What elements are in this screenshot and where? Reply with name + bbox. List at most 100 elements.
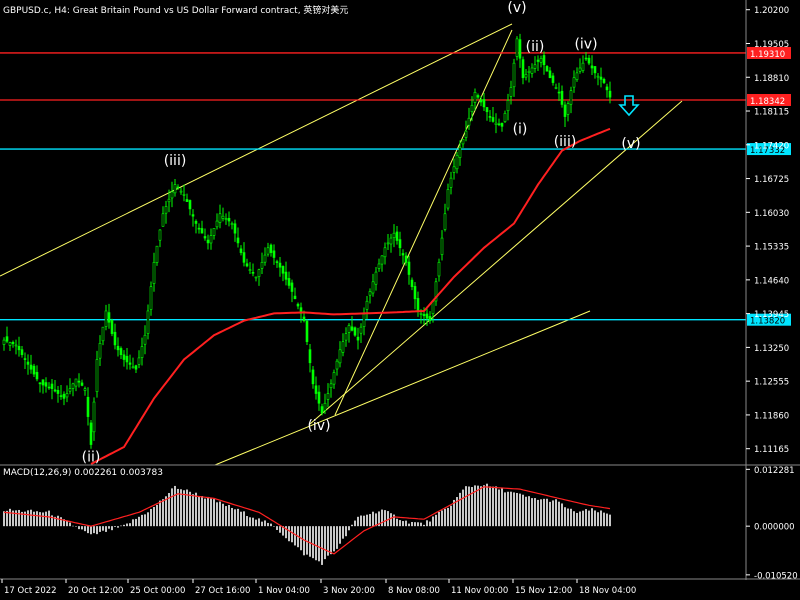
trend-line[interactable] (0, 23, 513, 277)
candle-body[interactable] (215, 220, 219, 228)
candle-body[interactable] (254, 276, 258, 279)
candle-body[interactable] (587, 57, 591, 64)
candle-body[interactable] (521, 59, 525, 79)
candle-body[interactable] (35, 371, 39, 380)
candle-body[interactable] (599, 76, 603, 80)
candle-body[interactable] (446, 189, 450, 209)
candle-body[interactable] (455, 155, 459, 170)
candle-body[interactable] (275, 261, 279, 263)
candle-body[interactable] (137, 357, 141, 365)
candle-body[interactable] (197, 227, 201, 230)
candle-body[interactable] (242, 252, 246, 263)
candle-body[interactable] (440, 237, 444, 255)
candle-body[interactable] (416, 298, 420, 312)
candle-body[interactable] (290, 282, 294, 292)
candle-body[interactable] (527, 70, 531, 73)
candle-body[interactable] (431, 300, 435, 314)
candle-body[interactable] (515, 38, 519, 57)
candle-body[interactable] (443, 213, 447, 230)
candle-body[interactable] (593, 66, 597, 74)
candle-body[interactable] (557, 91, 561, 94)
candle-body[interactable] (182, 194, 186, 196)
candle-body[interactable] (581, 62, 585, 71)
candle-body[interactable] (503, 113, 507, 122)
candle-body[interactable] (209, 235, 213, 244)
candle-body[interactable] (236, 237, 240, 244)
candle-body[interactable] (125, 355, 129, 363)
candle-body[interactable] (479, 99, 483, 103)
candle-body[interactable] (530, 67, 534, 74)
candle-body[interactable] (257, 269, 261, 277)
candle-body[interactable] (311, 369, 315, 385)
candle-body[interactable] (185, 199, 189, 202)
candle-body[interactable] (308, 349, 312, 364)
candle-body[interactable] (101, 326, 105, 342)
candle-body[interactable] (419, 313, 423, 315)
candle-body[interactable] (11, 341, 15, 345)
candle-body[interactable] (98, 343, 102, 359)
candle-body[interactable] (605, 86, 609, 91)
candle-body[interactable] (563, 104, 567, 117)
candle-body[interactable] (50, 383, 54, 389)
candle-body[interactable] (200, 228, 204, 234)
candle-body[interactable] (56, 390, 60, 394)
candle-body[interactable] (347, 325, 351, 333)
candle-body[interactable] (596, 75, 600, 78)
candle-body[interactable] (218, 213, 222, 223)
candle-body[interactable] (608, 90, 612, 98)
candle-body[interactable] (170, 191, 174, 199)
candle-body[interactable] (155, 245, 159, 263)
candle-body[interactable] (77, 380, 81, 383)
candle-body[interactable] (314, 385, 318, 394)
candle-body[interactable] (374, 271, 378, 285)
candle-body[interactable] (320, 406, 324, 414)
candle-body[interactable] (23, 358, 27, 360)
candle-body[interactable] (191, 214, 195, 217)
candle-body[interactable] (245, 263, 249, 267)
candle-body[interactable] (80, 382, 84, 386)
candle-body[interactable] (278, 262, 282, 268)
candle-body[interactable] (14, 344, 18, 347)
candle-body[interactable] (359, 326, 363, 334)
candle-body[interactable] (452, 166, 456, 173)
candle-body[interactable] (425, 313, 429, 319)
candle-body[interactable] (335, 360, 339, 370)
candle-body[interactable] (239, 248, 243, 253)
candle-body[interactable] (536, 59, 540, 62)
candle-body[interactable] (2, 339, 6, 345)
candle-body[interactable] (272, 250, 276, 258)
candle-body[interactable] (494, 122, 498, 125)
candle-body[interactable] (428, 316, 432, 321)
candle-body[interactable] (407, 261, 411, 275)
candle-body[interactable] (509, 87, 513, 97)
candle-body[interactable] (560, 90, 564, 105)
candle-body[interactable] (470, 104, 474, 113)
trend-line[interactable] (334, 29, 513, 416)
candle-body[interactable] (458, 147, 462, 158)
candle-body[interactable] (188, 200, 192, 210)
candle-body[interactable] (566, 103, 570, 115)
candle-body[interactable] (506, 100, 510, 112)
candle-body[interactable] (386, 242, 390, 245)
candle-body[interactable] (449, 177, 453, 188)
candle-body[interactable] (410, 279, 414, 287)
candle-body[interactable] (326, 393, 330, 400)
candle-body[interactable] (485, 107, 489, 113)
macd-panel[interactable] (3, 483, 611, 565)
candle-body[interactable] (26, 361, 30, 365)
candle-body[interactable] (584, 57, 588, 60)
candle-body[interactable] (146, 310, 150, 334)
candle-body[interactable] (140, 346, 144, 358)
candle-body[interactable] (482, 99, 486, 108)
candle-body[interactable] (116, 345, 120, 351)
candle-body[interactable] (512, 62, 516, 88)
candle-body[interactable] (392, 232, 396, 238)
candle-body[interactable] (401, 253, 405, 256)
candle-body[interactable] (533, 64, 537, 69)
candle-body[interactable] (332, 372, 336, 385)
trading-chart[interactable]: 1.193101.183421.173321.13820(ii)(iii)(iv… (0, 0, 800, 600)
candle-body[interactable] (365, 300, 369, 310)
candle-body[interactable] (83, 388, 87, 391)
candle-body[interactable] (176, 186, 180, 189)
candle-body[interactable] (164, 206, 168, 214)
